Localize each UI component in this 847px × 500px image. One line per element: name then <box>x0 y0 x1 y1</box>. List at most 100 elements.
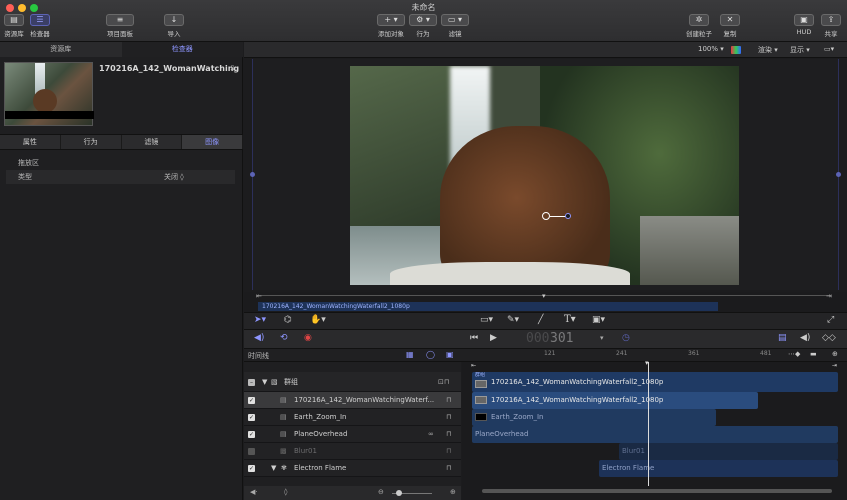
replicate-button[interactable]: ✕ 复制 <box>720 14 740 41</box>
video-clip[interactable]: 170216A_142_WomanWatchingWaterfall2_1080… <box>472 392 758 409</box>
lock-icon[interactable]: ⊓ <box>446 443 451 460</box>
tab-behaviors[interactable]: 行为 <box>61 135 122 149</box>
canvas-and-timeline: 100% ▾ 渲染 ▾ 显示 ▾ ▭▾ ⇤ ⇥ ▾ 170216A_142_Wo… <box>244 42 847 500</box>
timeline-tracks[interactable]: ⇤ ⇥ 群组 170216A_142_WomanWatchingWaterfal… <box>462 359 847 500</box>
lock-icon[interactable]: ⊓ <box>446 460 451 477</box>
mini-playhead[interactable]: ▾ <box>542 292 546 300</box>
electron-flame-clip[interactable]: Electron Flame <box>599 460 838 477</box>
timecode-format-popup[interactable]: ▾ <box>600 334 604 342</box>
view-popup[interactable]: 显示 ▾ <box>790 45 810 55</box>
lock-icon[interactable]: ⊓ <box>446 409 451 426</box>
link-icon[interactable]: ∞ <box>428 426 434 443</box>
audio-timeline-icon[interactable]: ◀) <box>800 333 810 343</box>
render-popup[interactable]: 渲染 ▾ <box>758 45 778 55</box>
timeline-toggle-icon[interactable]: ▤ <box>778 333 787 343</box>
record-icon[interactable]: ◉ <box>304 333 312 343</box>
anchor-point-handle[interactable] <box>542 212 550 220</box>
clip-view-icon[interactable]: ▬ <box>810 350 817 358</box>
layer-row[interactable]: ✓ ▤ PlaneOverhead ∞ ⊓ <box>244 426 461 443</box>
left-edge-handle[interactable] <box>250 172 255 177</box>
group-clip[interactable]: 群组 170216A_142_WomanWatchingWaterfall2_1… <box>472 372 838 392</box>
timeline-scrollbar[interactable] <box>482 489 832 493</box>
filters-button[interactable]: ▭ ▾ 滤镜 <box>441 14 469 41</box>
in-marker-icon[interactable]: ⇤ <box>471 362 477 369</box>
paint-stroke-tool-icon[interactable]: ╱ <box>538 315 543 325</box>
playhead[interactable]: ▾ <box>645 359 649 367</box>
tab-image[interactable]: 图像 <box>182 135 243 149</box>
layer-checkbox[interactable] <box>248 448 255 455</box>
fullscreen-icon[interactable]: ⤢ <box>827 315 834 325</box>
stepper-icon[interactable]: ◊ <box>284 488 287 496</box>
transform-tool-icon[interactable]: ⌬ <box>284 315 292 325</box>
timing-icon[interactable]: ◷ <box>622 333 630 343</box>
behaviors-button[interactable]: ⚙ ▾ 行为 <box>409 14 437 41</box>
keyframe-editor-icon[interactable]: ◇◇ <box>822 333 836 343</box>
earth-clip[interactable]: Earth_Zoom_In <box>472 409 716 426</box>
hud-button[interactable]: ▣ HUD <box>794 14 814 41</box>
layer-checkbox[interactable]: ✓ <box>248 431 255 438</box>
layer-row[interactable]: ✓ ▤ Earth_Zoom_In ⊓ <box>244 409 461 426</box>
inspector-icon: ☰ <box>30 14 50 26</box>
type-popup[interactable]: 关闭 ◊ <box>164 170 184 184</box>
library-button[interactable]: ▤ 资源库 <box>4 14 24 41</box>
mini-timeline-clip[interactable]: 170216A_142_WomanWatchingWaterfall2_1080… <box>258 302 718 311</box>
text-tool-icon[interactable]: T▾ <box>564 314 576 325</box>
show-effects-icon[interactable]: ◯ <box>426 350 435 359</box>
layer-checkbox[interactable]: ✓ <box>248 414 255 421</box>
color-channels-icon[interactable] <box>731 46 741 54</box>
timecode-display[interactable]: 301 <box>550 331 573 346</box>
layer-checkbox[interactable]: ✓ <box>248 397 255 404</box>
audio-toggle-icon[interactable]: ◀) <box>254 333 264 343</box>
canvas[interactable] <box>250 59 841 290</box>
add-object-button[interactable]: + ▾ 添加对象 <box>377 14 405 41</box>
layer-checkbox[interactable]: ✓ <box>248 465 255 472</box>
project-pane-button[interactable]: ≡ 项目面板 <box>106 14 134 41</box>
layer-row[interactable]: ✓ ▤ 170216A_142_WomanWatchingWaterf... ⊓ <box>244 392 461 409</box>
zoom-icon[interactable]: ⊕ <box>832 350 838 358</box>
loop-icon[interactable]: ⟲ <box>280 333 288 343</box>
window-layout-icon[interactable]: ▭▾ <box>824 45 834 53</box>
disclosure-triangle-icon[interactable]: ▼ <box>262 374 267 391</box>
make-particles-button[interactable]: ✲ 创建粒子 <box>686 14 712 41</box>
show-masks-icon[interactable]: ▣ <box>446 350 454 359</box>
zoom-out-icon[interactable]: ⊖ <box>378 488 384 496</box>
pan-tool-icon[interactable]: ✋▾ <box>310 315 326 325</box>
share-button[interactable]: ⇪ 共享 <box>821 14 841 41</box>
layer-row[interactable]: ▩ Blur01 ⊓ <box>244 443 461 460</box>
blur-clip[interactable]: Blur01 <box>619 443 838 460</box>
right-edge-handle[interactable] <box>836 172 841 177</box>
mask-tool-icon[interactable]: ▣▾ <box>592 315 605 325</box>
tab-inspector[interactable]: 检查器 <box>121 42 243 57</box>
zoom-in-icon[interactable]: ⊕ <box>450 488 456 496</box>
out-point-marker[interactable]: ⇥ <box>826 292 832 300</box>
in-point-marker[interactable]: ⇤ <box>256 292 262 300</box>
group-row[interactable]: – ▼ ▧ 群组 ⊡⊓ <box>244 372 461 392</box>
plane-clip[interactable]: PlaneOverhead <box>472 426 838 443</box>
pin-icon[interactable]: ⇩ <box>229 64 236 73</box>
import-button[interactable]: ↓ 导入 <box>164 14 184 41</box>
layer-row[interactable]: ✓ ▼ ✾ Electron Flame ⊓ <box>244 460 461 477</box>
inspector-button[interactable]: ☰ 检查器 <box>30 14 50 41</box>
bezier-tool-icon[interactable]: ✎▾ <box>507 315 519 325</box>
mini-timeline[interactable]: ⇤ ⇥ ▾ 170216A_142_WomanWatchingWaterfall… <box>244 292 847 312</box>
tab-library[interactable]: 资源库 <box>0 42 122 57</box>
audio-mix-icon[interactable]: ◀· <box>250 488 258 496</box>
show-layers-icon[interactable]: ▦ <box>406 350 414 359</box>
lock-icon[interactable]: ⊓ <box>446 392 451 409</box>
out-marker-icon[interactable]: ⇥ <box>832 362 838 369</box>
go-to-start-icon[interactable]: ⏮ <box>470 333 478 343</box>
zoom-level-popup[interactable]: 100% ▾ <box>698 45 724 53</box>
rotation-handle[interactable] <box>565 213 571 219</box>
layers-list: – ▼ ▧ 群组 ⊡⊓ ✓ ▤ 170216A_142_WomanWatchin… <box>244 362 461 500</box>
group-lock-icon[interactable]: ⊡⊓ <box>438 374 449 391</box>
lock-icon[interactable]: ⊓ <box>446 426 451 443</box>
play-icon[interactable]: ▶ <box>490 333 497 343</box>
select-tool-icon[interactable]: ➤▾ <box>254 315 266 325</box>
disclosure-triangle-icon[interactable]: ▼ <box>271 460 276 477</box>
snapping-icon[interactable]: ⋯◆ <box>788 350 800 358</box>
group-checkbox[interactable]: – <box>248 379 255 386</box>
tab-properties[interactable]: 属性 <box>0 135 61 149</box>
shape-tool-icon[interactable]: ▭▾ <box>480 315 493 325</box>
layer-zoom-slider-knob[interactable] <box>396 490 402 496</box>
tab-filters[interactable]: 滤镜 <box>122 135 183 149</box>
